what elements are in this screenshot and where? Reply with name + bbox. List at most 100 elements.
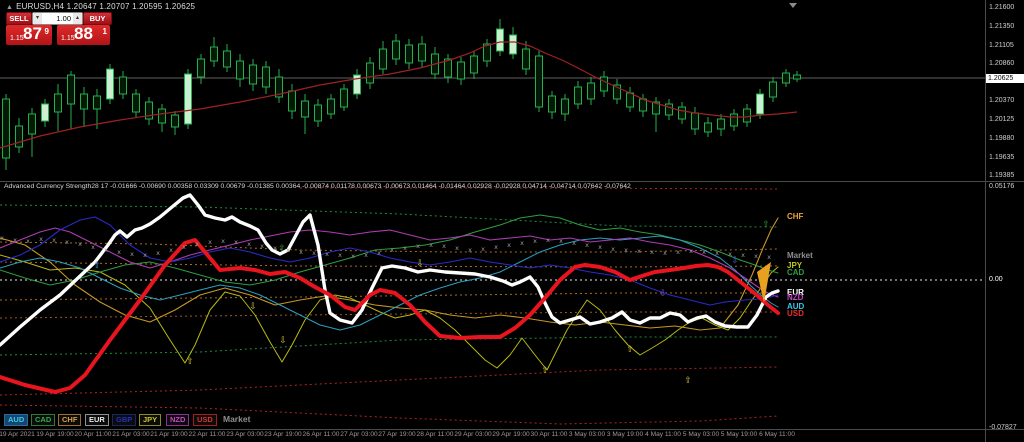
level-green-lower [0, 337, 778, 355]
time-axis-label: 29 Apr 19:00 [492, 431, 529, 438]
ohlc-values: 1.20647 1.20707 1.20595 1.20625 [67, 2, 196, 11]
time-axis-label: 23 Apr 19:00 [264, 431, 301, 438]
level-green-upper [0, 205, 778, 227]
scale-border [985, 0, 986, 442]
price-scale-label: 1.20125 [989, 116, 1014, 123]
currency-toggle-chf[interactable]: CHF [58, 414, 81, 426]
time-axis-label: 29 Apr 03:00 [454, 431, 491, 438]
svg-text:x: x [299, 248, 303, 256]
time-axis-label: 26 Apr 11:00 [303, 431, 340, 438]
svg-text:⇧: ⇧ [278, 244, 286, 254]
sell-price-big: 87 [23, 24, 42, 44]
svg-text:⇩: ⇩ [731, 256, 739, 266]
svg-text:⇧: ⇧ [762, 220, 770, 230]
svg-text:x: x [286, 246, 290, 254]
time-axis-label: 21 Apr 19:00 [150, 431, 187, 438]
svg-text:x: x [195, 240, 199, 248]
volume-decrease-button[interactable]: ▾ [33, 13, 42, 24]
current-price-box: 1.20625 [986, 74, 1024, 83]
time-axis-label: 28 Apr 11:00 [417, 431, 454, 438]
volume-increase-button[interactable]: ▴ [73, 13, 82, 24]
svg-text:x: x [78, 240, 82, 248]
time-axis-label: 27 Apr 03:00 [340, 431, 377, 438]
svg-text:x: x [767, 253, 771, 261]
currency-toggle-jpy[interactable]: JPY [139, 414, 161, 426]
price-scale-label: 1.19385 [989, 172, 1014, 179]
sell-price-prefix: 1.15 [10, 35, 24, 42]
buy-price-button[interactable]: 1.15 88 1 [57, 25, 110, 45]
svg-text:⇩: ⇩ [279, 336, 287, 346]
svg-text:x: x [325, 250, 329, 258]
svg-text:x: x [650, 248, 654, 256]
time-axis-label: 27 Apr 19:00 [378, 431, 415, 438]
svg-text:x: x [611, 245, 615, 253]
buy-price-prefix: 1.15 [61, 35, 75, 42]
volume-value[interactable]: 1.00 [42, 14, 73, 23]
time-axis-label: 3 May 03:00 [569, 431, 605, 438]
price-scale-label: 1.19635 [989, 154, 1014, 161]
one-click-trading-panel: SELL ▾ 1.00 ▴ BUY 1.15 87 9 1.15 88 1 [6, 12, 112, 44]
svg-text:x: x [182, 243, 186, 251]
svg-text:x: x [403, 244, 407, 252]
svg-text:x: x [507, 241, 511, 249]
svg-text:x: x [455, 244, 459, 252]
symbol-up-arrow-icon: ▲ [6, 4, 13, 11]
svg-text:x: x [338, 251, 342, 259]
sell-price-button[interactable]: 1.15 87 9 [6, 25, 52, 45]
currency-toggle-gbp[interactable]: GBP [112, 414, 136, 426]
svg-text:x: x [143, 251, 147, 259]
currency-toggle-eur[interactable]: EUR [85, 414, 109, 426]
price-scale-label: 1.21350 [989, 23, 1014, 30]
svg-text:x: x [585, 241, 589, 249]
svg-text:x: x [208, 238, 212, 246]
level-red-lower-1 [0, 367, 778, 395]
svg-text:x: x [312, 249, 316, 257]
svg-text:x: x [26, 237, 30, 245]
currency-toggle-nzd[interactable]: NZD [166, 414, 189, 426]
timeaxis-separator [0, 429, 1024, 430]
buy-price-big: 88 [74, 24, 93, 44]
time-axis-label: 6 May 11:00 [759, 431, 795, 438]
svg-text:x: x [13, 236, 17, 244]
svg-text:x: x [377, 249, 381, 257]
svg-text:⇩: ⇩ [416, 259, 424, 269]
svg-text:x: x [494, 243, 498, 251]
price-scale-label: 1.19880 [989, 135, 1014, 142]
chart-canvas[interactable]: xxxxxxxxxxxxxxxxxxxxxxxxxxxxxxxxxxxxxxxx… [0, 0, 1024, 442]
svg-text:x: x [234, 238, 238, 246]
svg-text:x: x [364, 251, 368, 259]
svg-text:x: x [117, 248, 121, 256]
currency-tag-market: Market [787, 251, 813, 260]
svg-text:x: x [91, 243, 95, 251]
svg-text:x: x [702, 248, 706, 256]
time-axis-label: 19 Apr 2021 [0, 431, 35, 438]
currency-toggle-cad[interactable]: CAD [31, 414, 55, 426]
buy-price-sup: 1 [103, 27, 107, 36]
svg-text:x: x [247, 240, 251, 248]
time-axis-label: 5 May 03:00 [683, 431, 719, 438]
svg-text:x: x [0, 234, 4, 242]
currency-toggle-aud[interactable]: AUD [4, 414, 28, 426]
svg-text:⇧: ⇧ [626, 345, 634, 355]
svg-text:⇩: ⇩ [659, 289, 667, 299]
svg-text:x: x [429, 241, 433, 249]
svg-text:x: x [39, 235, 43, 243]
svg-text:x: x [637, 247, 641, 255]
chart-shift-icon [789, 3, 797, 8]
price-scale-label: 1.21105 [989, 42, 1014, 49]
sell-price-sup: 9 [45, 27, 49, 36]
svg-text:x: x [572, 239, 576, 247]
svg-text:x: x [273, 244, 277, 252]
price-scale-label: 1.20370 [989, 97, 1014, 104]
svg-text:x: x [390, 246, 394, 254]
time-axis-label: 3 May 19:00 [607, 431, 643, 438]
currency-toggle-usd[interactable]: USD [193, 414, 217, 426]
mt4-window: xxxxxxxxxxxxxxxxxxxxxxxxxxxxxxxxxxxxxxxx… [0, 0, 1024, 442]
svg-text:x: x [65, 238, 69, 246]
candles-layer [3, 19, 801, 170]
svg-text:x: x [598, 243, 602, 251]
panel-separator[interactable] [0, 181, 1024, 182]
svg-text:x: x [520, 239, 524, 247]
svg-text:x: x [260, 242, 264, 250]
svg-text:⇧: ⇧ [93, 261, 101, 271]
